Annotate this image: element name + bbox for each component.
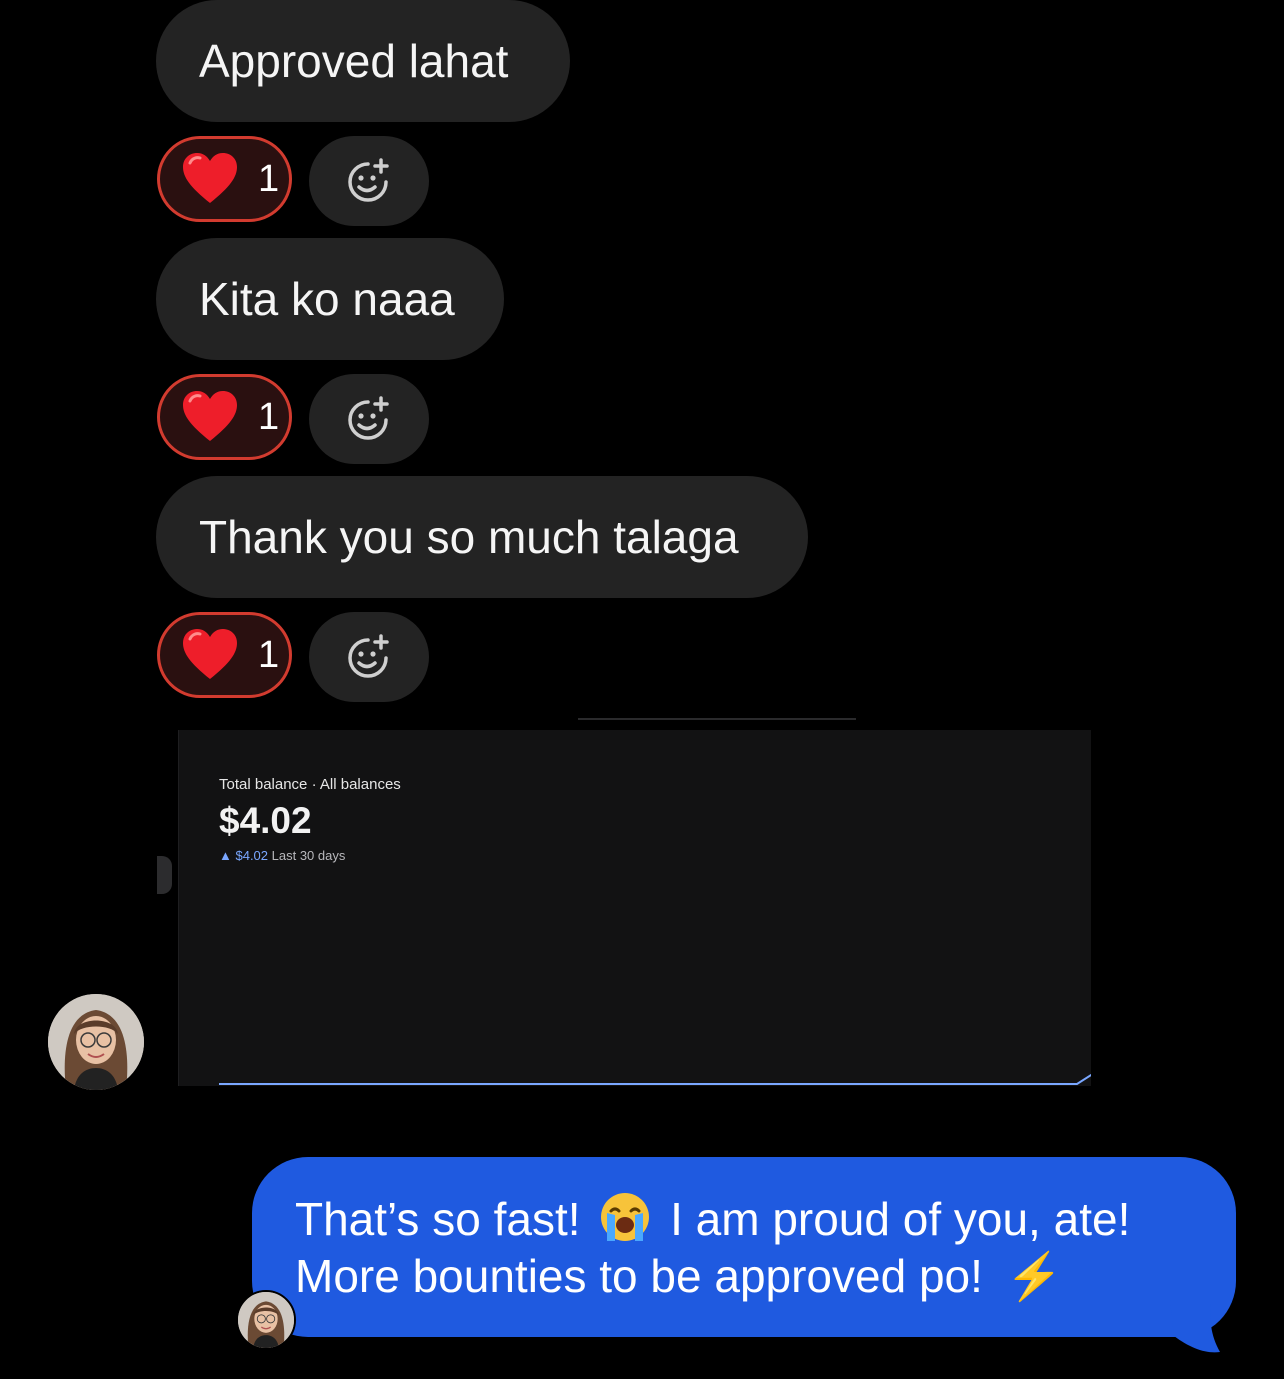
avatar-portrait xyxy=(48,994,144,1090)
avatar-portrait xyxy=(238,1292,294,1348)
message-text: That’s so fast! xyxy=(295,1193,581,1245)
heart-icon xyxy=(183,153,237,203)
reaction-count: 1 xyxy=(258,633,280,676)
heart-icon xyxy=(183,391,237,441)
image-divider xyxy=(578,718,856,720)
message-bubble[interactable]: Thank you so much talaga xyxy=(156,476,808,598)
side-handle[interactable] xyxy=(157,856,172,894)
lightning-icon: ⚡ xyxy=(1005,1250,1063,1302)
reaction-heart[interactable]: 1 xyxy=(157,136,292,222)
message-text: Kita ko naaa xyxy=(199,273,455,325)
crying-face-icon xyxy=(601,1193,650,1241)
contact-avatar[interactable] xyxy=(48,994,144,1090)
balance-chart xyxy=(219,1073,1091,1085)
outgoing-message-bubble[interactable]: That’s so fast! I am proud of you, ate! … xyxy=(252,1157,1236,1337)
add-reaction-button[interactable] xyxy=(309,136,429,226)
message-bubble[interactable]: Kita ko naaa xyxy=(156,238,504,360)
add-reaction-button[interactable] xyxy=(309,612,429,702)
reaction-heart[interactable]: 1 xyxy=(157,612,292,698)
reaction-count: 1 xyxy=(258,157,280,200)
message-line-2: More bounties to be approved po! ⚡ xyxy=(295,1248,1196,1305)
sender-avatar[interactable] xyxy=(236,1290,296,1350)
message-text: Approved lahat xyxy=(199,35,509,87)
message-text: Thank you so much talaga xyxy=(199,511,739,563)
message-bubble[interactable]: Approved lahat xyxy=(156,0,570,122)
add-reaction-button[interactable] xyxy=(309,374,429,464)
reaction-count: 1 xyxy=(258,395,280,438)
heart-icon xyxy=(183,629,237,679)
add-reaction-icon xyxy=(348,396,389,440)
message-text: I am proud of you, ate! xyxy=(670,1193,1131,1245)
bubble-tail xyxy=(1170,1300,1220,1353)
message-line-1: That’s so fast! I am proud of you, ate! xyxy=(295,1191,1196,1248)
message-text: More bounties to be approved po! xyxy=(295,1250,983,1302)
reaction-heart[interactable]: 1 xyxy=(157,374,292,460)
add-reaction-icon xyxy=(348,158,389,202)
add-reaction-icon xyxy=(348,634,389,678)
shared-screenshot[interactable]: Total balance · All balances $4.02 ▲ $4.… xyxy=(178,730,1091,1086)
